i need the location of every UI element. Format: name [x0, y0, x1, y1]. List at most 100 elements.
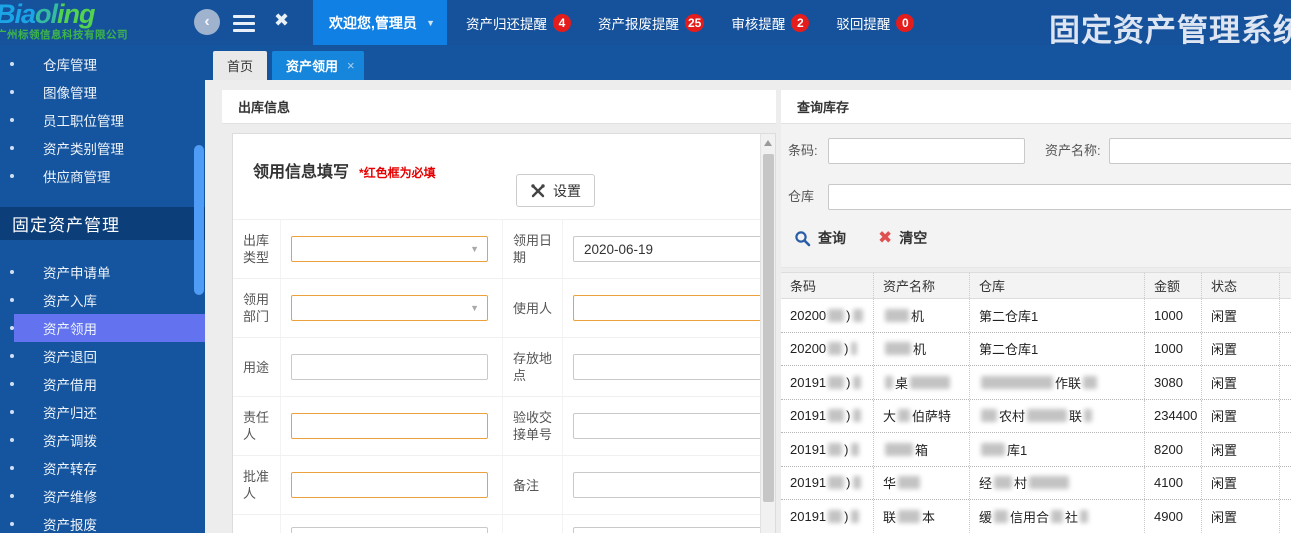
sidebar-item[interactable]: 资产退回	[0, 342, 205, 370]
outbound-type-select[interactable]: ▼	[291, 236, 488, 262]
notification-item-1[interactable]: 资产报废提醒25	[598, 13, 704, 33]
form-scrollbar[interactable]	[760, 134, 775, 533]
sidebar-item[interactable]: 供应商管理	[0, 162, 205, 190]
redacted-blur	[1027, 409, 1067, 422]
chevron-left-icon: ‹	[204, 13, 209, 31]
tab-close-icon[interactable]: ×	[347, 58, 355, 73]
table-row[interactable]: 20191)大伯萨特农村联234400闲置	[781, 400, 1291, 434]
bullet-icon	[10, 146, 14, 150]
sidebar-item-label: 资产调拨	[43, 430, 97, 450]
close-icon[interactable]: ✖	[274, 10, 289, 31]
user-select[interactable]: ▼	[573, 295, 760, 321]
remark-input[interactable]	[573, 472, 760, 498]
sidebar-item[interactable]: 资产归还	[0, 398, 205, 426]
bullet-icon	[10, 174, 14, 178]
purpose-input[interactable]	[291, 354, 488, 380]
sidebar-scrollbar[interactable]	[194, 145, 204, 295]
cell-status: 闲置	[1201, 400, 1279, 433]
sidebar-item[interactable]: 资产类别管理	[0, 134, 205, 162]
chevron-down-icon: ▼	[470, 303, 479, 313]
bullet-icon	[10, 354, 14, 358]
cell-warehouse: 第二仓库1	[969, 299, 1144, 332]
settings-label: 设置	[553, 181, 581, 201]
redacted-blur	[828, 309, 844, 322]
redacted-blur	[885, 342, 911, 355]
menu-icon[interactable]	[233, 15, 255, 36]
cell-warehouse: 库1	[969, 433, 1144, 466]
table-row[interactable]: 20191)桌作联3080闲置	[781, 366, 1291, 400]
sidebar-item[interactable]: 资产维修	[0, 482, 205, 510]
settings-button[interactable]: 设置	[516, 174, 595, 207]
use-date-input[interactable]: 2020-06-1915	[573, 236, 760, 262]
redacted-blur	[898, 409, 910, 422]
quantity-input[interactable]	[291, 527, 488, 533]
table-row[interactable]: 20191)华经村4100闲置	[781, 467, 1291, 501]
field-label-remark: 备注	[502, 456, 562, 514]
table-header-cell[interactable]: 仓库	[969, 273, 1144, 298]
sidebar-item[interactable]: 资产调拨	[0, 426, 205, 454]
cell-barcode: 20191)	[781, 467, 873, 500]
query-label: 查询	[818, 228, 846, 248]
tab-0[interactable]: 首页	[213, 51, 267, 80]
table-row[interactable]: 20191)箱库18200闲置	[781, 433, 1291, 467]
collapse-sidebar-button[interactable]: ‹	[194, 9, 220, 35]
table-header-cell[interactable]: 资产名称	[873, 273, 969, 298]
clear-button[interactable]: ✖ 清空	[878, 228, 927, 248]
cell-warehouse: 缓信用合社	[969, 500, 1144, 533]
welcome-label: 欢迎您,管理员	[329, 13, 417, 33]
notification-item-0[interactable]: 资产归还提醒4	[466, 13, 571, 33]
welcome-user-dropdown[interactable]: 欢迎您,管理员 ▼	[313, 0, 447, 45]
query-button[interactable]: 查询	[794, 228, 846, 248]
bullet-icon	[10, 466, 14, 470]
inventory-panel-title: 查询库存	[781, 90, 1291, 124]
sidebar: 仓库管理图像管理员工职位管理资产类别管理供应商管理 固定资产管理 资产申请单资产…	[0, 45, 205, 533]
sidebar-item[interactable]: 图像管理	[0, 78, 205, 106]
table-row[interactable]: 20200)机第二仓库11000闲置	[781, 299, 1291, 333]
table-row[interactable]: 20191)联本缓信用合社4900闲置	[781, 500, 1291, 533]
table-header-cell[interactable]: 状态	[1201, 273, 1279, 298]
status-input[interactable]	[573, 527, 760, 533]
notification-item-3[interactable]: 驳回提醒0	[836, 13, 914, 33]
notification-label: 驳回提醒	[836, 13, 890, 33]
top-bar: Biaoling 广州标领信息科技有限公司 ‹ ✖ 欢迎您,管理员 ▼ 资产归还…	[0, 0, 1291, 45]
main-area: 首页资产领用× 出库信息 领用信息填写 *红色框为必填 设置 出库类型▼领用日期…	[205, 45, 1291, 533]
sidebar-item[interactable]: 仓库管理	[0, 50, 205, 78]
location-input[interactable]	[573, 354, 760, 380]
scroll-thumb[interactable]	[763, 154, 774, 502]
table-header-cell	[1279, 273, 1291, 298]
sidebar-menu-bottom: 资产申请单资产入库资产领用资产退回资产借用资产归还资产调拨资产转存资产维修资产报…	[0, 240, 205, 533]
cell-status: 闲置	[1201, 433, 1279, 466]
sidebar-item-label: 员工职位管理	[43, 110, 124, 130]
scroll-up-icon[interactable]	[764, 140, 772, 146]
warehouse-input[interactable]	[828, 184, 1291, 210]
field-label-purpose: 用途	[233, 338, 280, 396]
notification-item-2[interactable]: 审核提醒2	[731, 13, 809, 33]
redacted-blur	[851, 342, 857, 355]
sidebar-section-header[interactable]: 固定资产管理	[0, 207, 205, 240]
sidebar-item[interactable]: 资产领用	[0, 314, 205, 342]
sidebar-item[interactable]: 资产报废	[0, 510, 205, 533]
responsible-input[interactable]	[291, 413, 488, 439]
use-dept-select[interactable]: ▼	[291, 295, 488, 321]
form-row: 用途存放地点	[233, 337, 760, 396]
bullet-icon	[10, 438, 14, 442]
table-header-cell[interactable]: 金额	[1144, 273, 1201, 298]
barcode-input[interactable]	[828, 138, 1025, 164]
field-label-outbound-type: 出库类型	[233, 220, 280, 278]
redacted-blur	[853, 409, 861, 422]
approver-input[interactable]	[291, 472, 488, 498]
redacted-blur	[885, 309, 909, 322]
sidebar-item[interactable]: 资产借用	[0, 370, 205, 398]
sidebar-item[interactable]: 资产申请单	[0, 258, 205, 286]
sidebar-item[interactable]: 资产入库	[0, 286, 205, 314]
tab-1[interactable]: 资产领用×	[272, 51, 364, 80]
cell-status: 闲置	[1201, 299, 1279, 332]
sidebar-item[interactable]: 资产转存	[0, 454, 205, 482]
receipt-no-input[interactable]	[573, 413, 760, 439]
asset-name-input[interactable]	[1109, 138, 1291, 164]
field-label-status: 状态	[502, 515, 562, 533]
redacted-blur	[885, 443, 913, 456]
table-header-cell[interactable]: 条码	[781, 273, 873, 298]
sidebar-item[interactable]: 员工职位管理	[0, 106, 205, 134]
table-row[interactable]: 20200)机第二仓库11000闲置	[781, 333, 1291, 367]
